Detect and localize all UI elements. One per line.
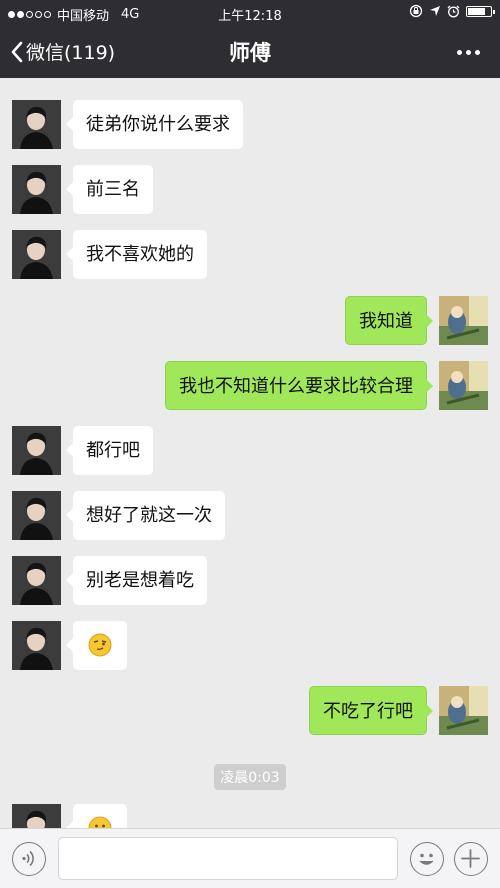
contact-avatar[interactable] [12, 165, 61, 214]
chevron-left-icon [11, 41, 23, 62]
contact-avatar[interactable] [12, 491, 61, 540]
message-bubble[interactable] [66, 621, 127, 670]
message-row: 我知道 [0, 296, 500, 356]
message-text: 都行吧 [86, 440, 140, 461]
contact-avatar[interactable] [12, 804, 61, 828]
contact-avatar[interactable] [12, 426, 61, 475]
message-row: 我不喜欢她的 [0, 230, 500, 290]
location-icon [430, 6, 440, 16]
message-text: 我不喜欢她的 [86, 244, 194, 265]
contact-avatar[interactable] [12, 100, 61, 149]
message-row: 徒弟你说什么要求 [0, 100, 500, 160]
message-bubble[interactable]: 都行吧 [66, 426, 153, 475]
message-row: 我也不知道什么要求比较合理 [0, 361, 500, 421]
message-text: 想好了就这一次 [86, 505, 212, 526]
message-bubble[interactable]: 徒弟你说什么要求 [66, 100, 243, 149]
message-text: 前三名 [86, 179, 140, 200]
message-bubble[interactable]: 不吃了行吧 [309, 686, 433, 735]
back-button[interactable]: 微信(119) [10, 38, 115, 65]
message-text: 别老是想着吃 [86, 570, 194, 591]
nav-bar: 微信(119) 师傅 [0, 26, 500, 78]
face-emoji-icon [88, 816, 112, 828]
message-bubble[interactable]: 别老是想着吃 [66, 556, 207, 605]
my-avatar[interactable] [439, 361, 488, 410]
contact-avatar[interactable] [12, 230, 61, 279]
message-text: 我也不知道什么要求比较合理 [179, 376, 413, 397]
message-row: 别老是想着吃 [0, 556, 500, 616]
message-row: 都行吧 [0, 426, 500, 486]
more-dot-icon [457, 50, 462, 55]
message-row: 不吃了行吧 [0, 686, 500, 746]
emoji-icon [419, 853, 434, 865]
message-bubble[interactable]: 我知道 [345, 296, 433, 345]
my-avatar[interactable] [439, 686, 488, 735]
time-divider-label: 凌晨0:03 [214, 764, 286, 790]
message-text: 不吃了行吧 [323, 701, 413, 722]
more-button[interactable] [457, 50, 480, 55]
voice-button[interactable] [12, 842, 46, 876]
more-dot-icon [475, 50, 480, 55]
voice-icon [22, 850, 34, 867]
add-button[interactable] [454, 842, 488, 876]
input-bar [0, 828, 500, 888]
contact-avatar[interactable] [12, 621, 61, 670]
message-row [0, 804, 500, 828]
message-input[interactable] [58, 837, 398, 880]
plus-icon [461, 849, 480, 868]
more-dot-icon [466, 50, 471, 55]
back-label: 微信(119) [26, 42, 116, 64]
battery-icon [466, 5, 495, 17]
status-bar: 中国移动 4G 上午12:18 [0, 0, 500, 26]
message-row: 前三名 [0, 165, 500, 225]
status-right [409, 4, 495, 18]
message-row: 想好了就这一次 [0, 491, 500, 551]
emoji-button[interactable] [410, 842, 444, 876]
rotation-lock-icon [409, 4, 423, 18]
message-bubble[interactable]: 想好了就这一次 [66, 491, 225, 540]
message-list[interactable]: 徒弟你说什么要求 前三名我不喜欢她的我知道我也不知道什么要求比较合理都行吧想好了就… [0, 78, 500, 828]
message-bubble[interactable]: 我不喜欢她的 [66, 230, 207, 279]
my-avatar[interactable] [439, 296, 488, 345]
alarm-icon [447, 5, 460, 17]
message-row [0, 621, 500, 681]
message-text: 徒弟你说什么要求 [86, 114, 230, 135]
squint-face-emoji-icon [88, 633, 112, 657]
message-bubble[interactable]: 前三名 [66, 165, 153, 214]
message-bubble[interactable] [66, 804, 127, 828]
time-divider: 凌晨0:03 [0, 764, 500, 790]
message-bubble[interactable]: 我也不知道什么要求比较合理 [165, 361, 433, 410]
message-text: 我知道 [359, 311, 413, 332]
contact-avatar[interactable] [12, 556, 61, 605]
